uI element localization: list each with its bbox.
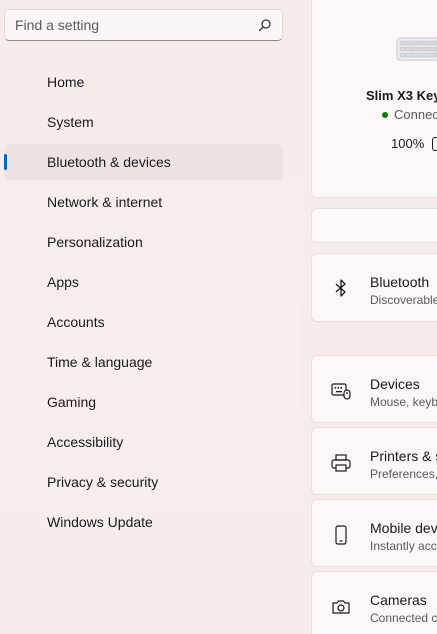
printers-scanners-row[interactable]: Printers & s Preferences, [311, 427, 437, 495]
bluetooth-row[interactable]: Bluetooth Discoverable [311, 253, 437, 322]
connected-dot-icon [382, 111, 388, 118]
row-title: Cameras [370, 592, 427, 608]
device-battery: 100% [391, 136, 437, 151]
row-subtitle: Instantly acc [370, 539, 437, 553]
sidebar-item-label: Bluetooth & devices [47, 154, 171, 170]
cameras-row[interactable]: Cameras Connected c [311, 571, 437, 634]
view-more-devices-card[interactable] [311, 208, 437, 243]
row-title: Devices [370, 376, 420, 392]
sidebar-item-network-internet[interactable]: Network & internet [4, 184, 283, 220]
row-title: Mobile dev [370, 520, 437, 536]
bluetooth-icon [335, 279, 346, 297]
sidebar-item-privacy-security[interactable]: Privacy & security [4, 464, 283, 500]
printer-icon [331, 454, 351, 472]
row-subtitle: Discoverable [370, 293, 437, 307]
sidebar-item-label: System [47, 114, 94, 130]
row-subtitle: Preferences, [370, 467, 437, 481]
search-input[interactable]: Find a setting [5, 17, 258, 33]
phone-icon [335, 525, 347, 545]
sidebar-item-windows-update[interactable]: Windows Update [4, 504, 283, 540]
device-card[interactable]: Slim X3 Key Connec 100% [311, 0, 437, 198]
row-subtitle: Mouse, keyb [370, 395, 437, 409]
sidebar-item-bluetooth-devices[interactable]: Bluetooth & devices [4, 144, 283, 180]
battery-percent: 100% [391, 136, 425, 151]
camera-icon [332, 600, 350, 614]
navigation-pane: Find a setting Home System Bluetooth & d… [0, 0, 300, 634]
sidebar-item-label: Privacy & security [47, 474, 159, 490]
search-icon[interactable] [258, 18, 272, 32]
row-title: Printers & s [370, 448, 437, 464]
row-title: Bluetooth [370, 274, 430, 290]
content-pane: Slim X3 Key Connec 100% Bluetooth Discov… [300, 0, 437, 634]
sidebar-item-label: Windows Update [47, 514, 153, 530]
sidebar-item-label: Apps [47, 274, 79, 290]
keyboard-device-icon [396, 37, 437, 61]
sidebar-item-label: Accounts [47, 314, 105, 330]
battery-icon [432, 136, 437, 151]
sidebar-item-system[interactable]: System [4, 104, 283, 140]
search-box[interactable]: Find a setting [4, 9, 283, 41]
sidebar-item-accounts[interactable]: Accounts [4, 304, 283, 340]
sidebar-item-label: Time & language [47, 354, 153, 370]
active-indicator [4, 154, 7, 170]
row-subtitle: Connected c [370, 611, 437, 625]
sidebar-item-personalization[interactable]: Personalization [4, 224, 283, 260]
devices-icon [331, 383, 351, 400]
sidebar-item-label: Home [47, 74, 85, 90]
sidebar-item-accessibility[interactable]: Accessibility [4, 424, 283, 460]
device-status-text: Connec [394, 107, 437, 122]
mobile-devices-row[interactable]: Mobile dev Instantly acc [311, 499, 437, 567]
sidebar-item-label: Personalization [47, 234, 143, 250]
sidebar-item-time-language[interactable]: Time & language [4, 344, 283, 380]
sidebar-item-gaming[interactable]: Gaming [4, 384, 283, 420]
devices-row[interactable]: Devices Mouse, keyb [311, 355, 437, 423]
device-name: Slim X3 Key [366, 88, 437, 103]
sidebar-item-apps[interactable]: Apps [4, 264, 283, 300]
device-status: Connec [382, 107, 437, 122]
sidebar-item-label: Network & internet [47, 194, 163, 210]
sidebar-item-label: Accessibility [47, 434, 124, 450]
sidebar-item-home[interactable]: Home [4, 64, 283, 100]
sidebar-item-label: Gaming [47, 394, 97, 410]
